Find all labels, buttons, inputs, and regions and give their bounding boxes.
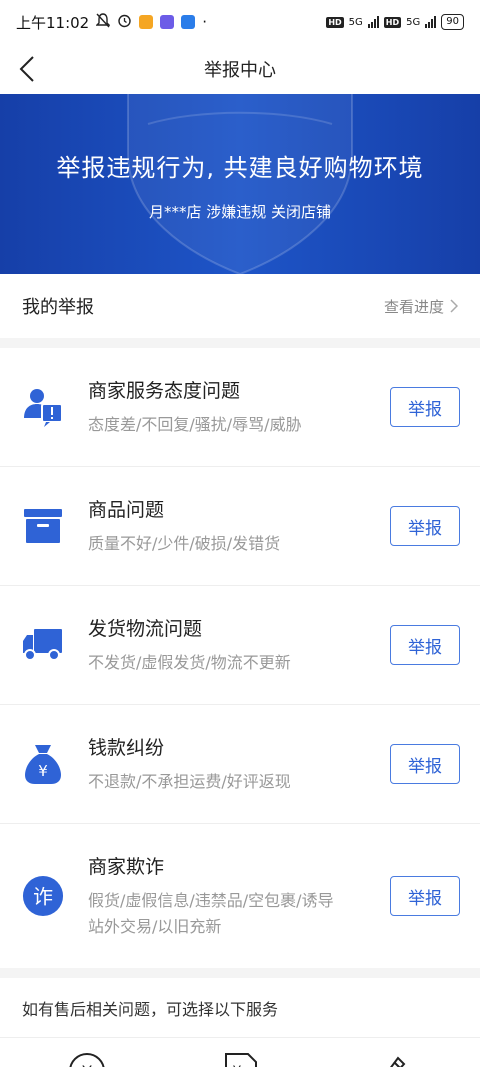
category-title: 商家服务态度问题 (88, 380, 241, 402)
category-desc: 质量不好/少件/破损/发错货 (88, 534, 281, 553)
customer-service-icon (22, 386, 64, 428)
signal-icon (367, 16, 379, 28)
hd-badge: HD (383, 16, 402, 28)
network-label: 5G (348, 16, 363, 28)
fraud-icon: 诈 (22, 875, 64, 917)
report-button[interactable]: 举报 (390, 744, 460, 784)
status-time: 上午11:02 (16, 13, 90, 32)
mute-bell-icon (95, 12, 111, 32)
truck-icon (22, 624, 64, 666)
list-item: 商品问题 质量不好/少件/破损/发错货 举报 (0, 467, 480, 586)
list-item: 诈 商家欺诈 假货/虚假信息/违禁品/空包裹/诱导 站外交易/以旧充新 举报 (0, 824, 480, 968)
app-notification-icon (139, 15, 154, 29)
chevron-left-icon (19, 56, 34, 82)
signal-icon (425, 16, 437, 28)
category-title: 发货物流问题 (88, 618, 203, 640)
box-icon (22, 505, 64, 547)
banner: 举报违规行为, 共建良好购物环境 月***店 涉嫌违规 关闭店铺 (0, 94, 480, 274)
banner-title: 举报违规行为, 共建良好购物环境 (56, 154, 424, 182)
after-sale-services: ¥ ¥ (0, 1038, 480, 1067)
report-button[interactable]: 举报 (390, 625, 460, 665)
list-item: 商家服务态度问题 态度差/不回复/骚扰/辱骂/威胁 举报 (0, 348, 480, 467)
after-sale-section-title: 如有售后相关问题，可选择以下服务 (0, 978, 480, 1038)
more-notifications-dot: · (202, 13, 208, 31)
app-notification-icon (181, 15, 196, 29)
view-progress-link[interactable]: 查看进度 (384, 296, 458, 317)
category-title: 商家欺诈 (88, 856, 165, 878)
network-label: 5G (406, 16, 421, 28)
nav-bar: 举报中心 (0, 44, 480, 94)
svg-text:¥: ¥ (38, 762, 48, 780)
alarm-icon (117, 13, 132, 32)
report-button[interactable]: 举报 (390, 387, 460, 427)
page-title: 举报中心 (204, 60, 276, 81)
report-button[interactable]: 举报 (390, 506, 460, 546)
status-bar: 上午11:02 · HD 5G HD 5G 90 (0, 0, 480, 44)
chevron-right-icon (450, 299, 458, 313)
money-bag-icon: ¥ (22, 743, 64, 785)
refund-icon[interactable]: ¥ (68, 1052, 106, 1067)
back-button[interactable] (10, 52, 44, 86)
category-desc: 不发货/虚假发货/物流不更新 (88, 653, 291, 672)
shield-icon (127, 94, 353, 274)
my-report-title: 我的举报 (22, 297, 94, 318)
battery-indicator: 90 (441, 14, 464, 30)
category-desc-line: 假货/虚假信息/违禁品/空包裹/诱导 (88, 891, 334, 910)
app-notification-icon (160, 15, 175, 29)
category-desc: 不退款/不承担运费/好评返现 (88, 772, 291, 791)
category-desc-line: 站外交易/以旧充新 (88, 917, 222, 936)
fraud-icon-glyph: 诈 (33, 885, 53, 909)
banner-subtitle: 月***店 涉嫌违规 关闭店铺 (148, 203, 332, 221)
invoice-icon[interactable]: ¥ (222, 1052, 260, 1067)
report-category-list: 商家服务态度问题 态度差/不回复/骚扰/辱骂/威胁 举报 商品问题 质量不好/少… (0, 348, 480, 968)
category-title: 商品问题 (88, 499, 165, 521)
report-button[interactable]: 举报 (390, 876, 460, 916)
category-title: 钱款纠纷 (88, 737, 165, 759)
list-item: 发货物流问题 不发货/虚假发货/物流不更新 举报 (0, 586, 480, 705)
my-report-row: 我的举报 查看进度 (0, 274, 480, 338)
view-progress-label: 查看进度 (383, 297, 444, 316)
category-desc: 假货/虚假信息/违禁品/空包裹/诱导 站外交易/以旧充新 (88, 888, 390, 940)
svg-text:¥: ¥ (82, 1063, 93, 1067)
list-item: ¥ 钱款纠纷 不退款/不承担运费/好评返现 举报 (0, 705, 480, 824)
hd-badge: HD (326, 16, 344, 28)
repair-icon[interactable] (372, 1052, 410, 1067)
category-desc: 态度差/不回复/骚扰/辱骂/威胁 (88, 415, 302, 434)
